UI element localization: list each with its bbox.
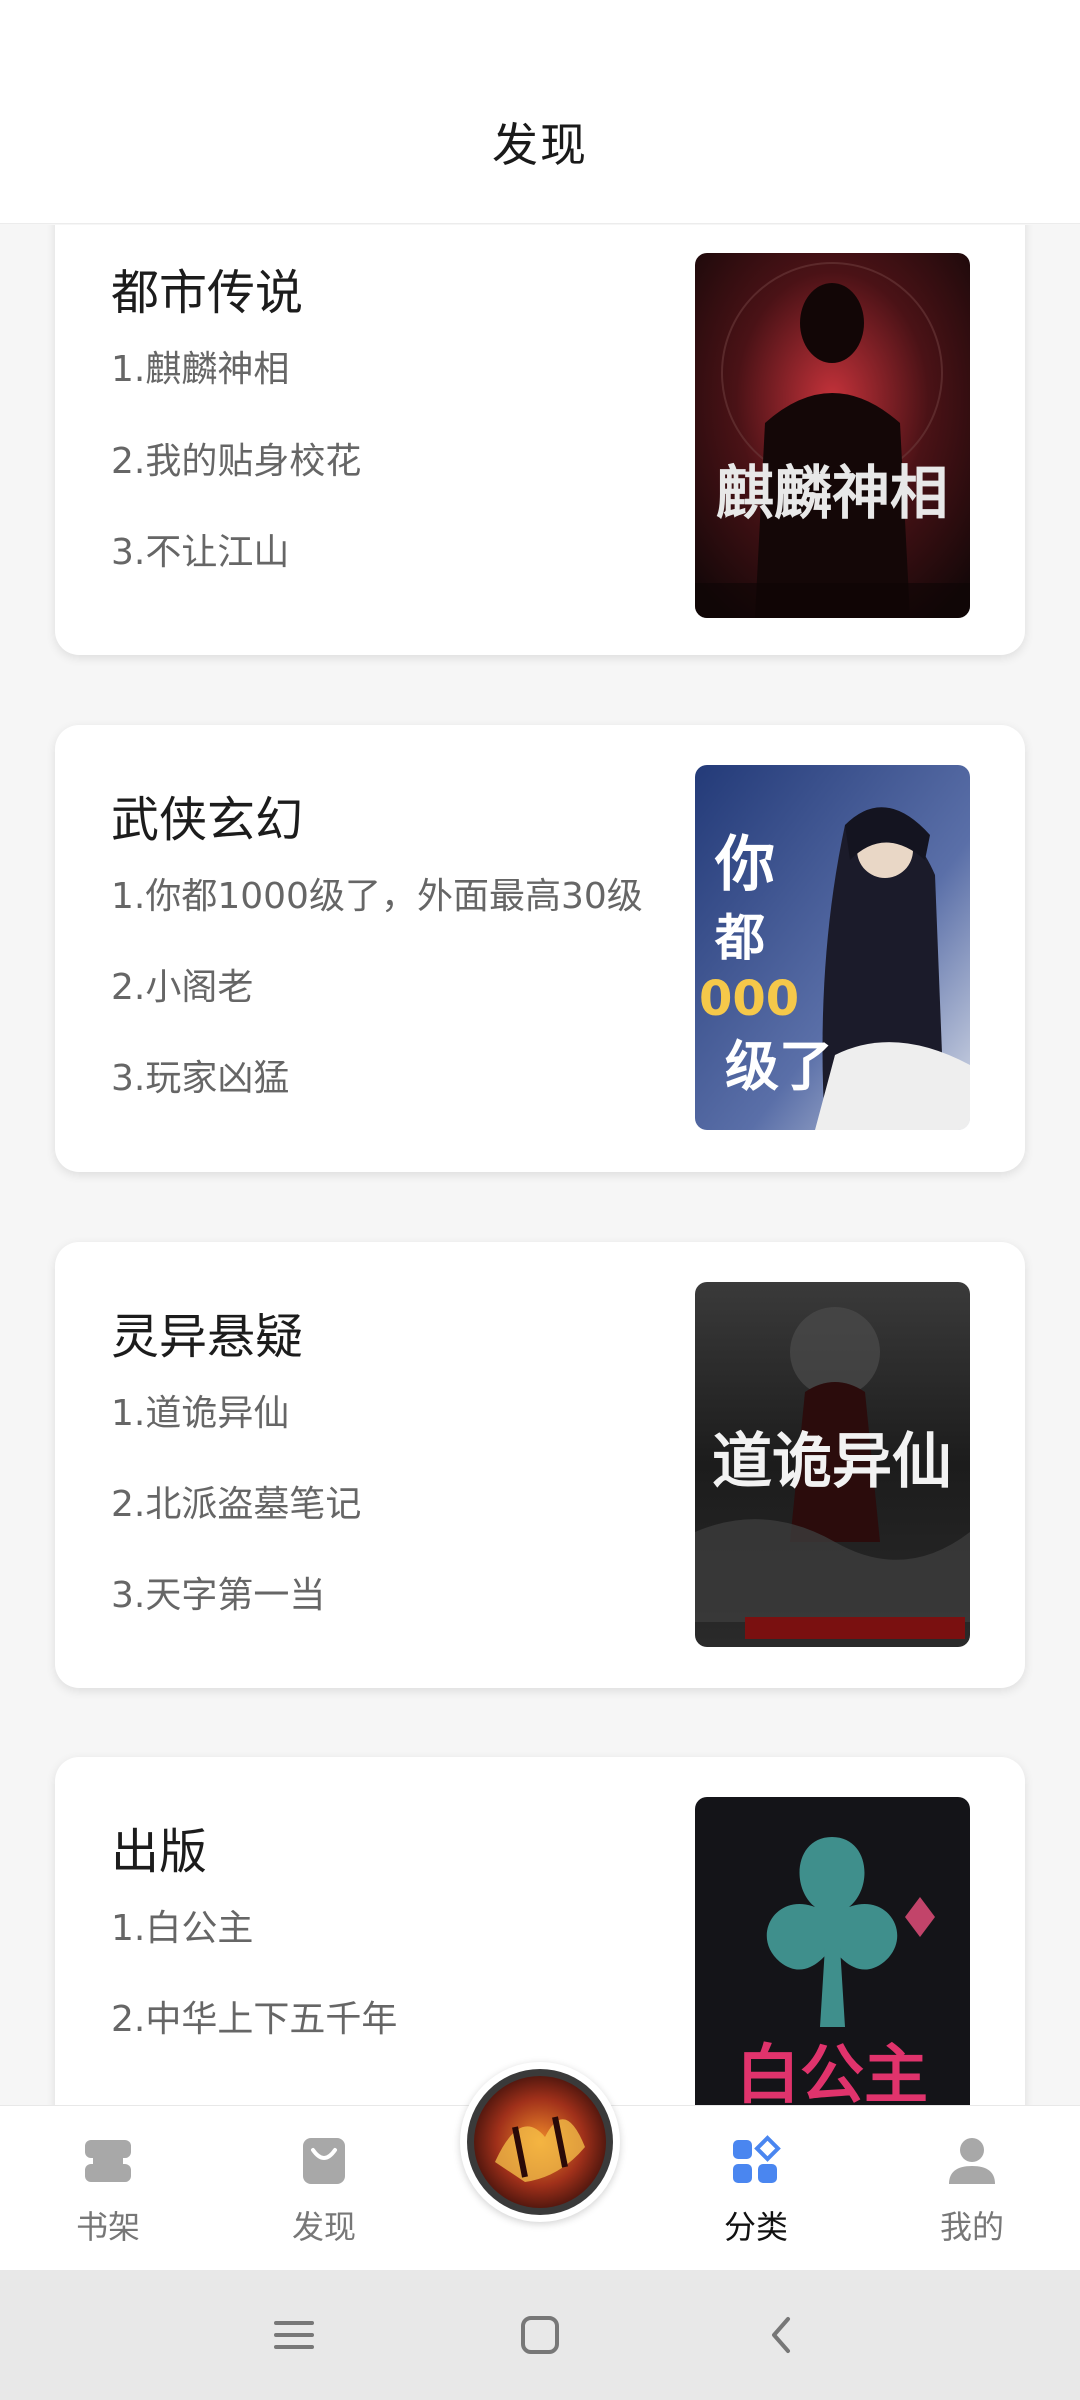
featured-book-button[interactable] [460, 2062, 620, 2222]
book-link[interactable]: 3.天字第一当 [111, 1566, 325, 1618]
section-title: 出版 [111, 1824, 208, 1880]
menu-icon[interactable] [264, 2305, 324, 2365]
section-card-urban[interactable]: 都市传说 1.麒麟神相 2.我的贴身校花 3.不让江山 麒麟神相 [55, 225, 1025, 655]
svg-text:你: 你 [714, 830, 775, 900]
featured-book-disc [467, 2069, 613, 2215]
book-link[interactable]: 2.北派盗墓笔记 [111, 1475, 361, 1527]
nav-category[interactable]: 分类 [676, 2106, 836, 2271]
section-card-published[interactable]: 出版 1.白公主 2.中华上下五千年 白公主 [55, 1757, 1025, 2105]
nav-label: 我的 [939, 2208, 1004, 2246]
nav-label: 发现 [291, 2208, 356, 2246]
svg-text:都: 都 [714, 909, 765, 967]
category-grid-icon [733, 2135, 781, 2183]
book-link[interactable]: 2.小阁老 [111, 958, 253, 1010]
page-title: 发现 [492, 117, 588, 172]
section-card-supernatural[interactable]: 灵异悬疑 1.道诡异仙 2.北派盗墓笔记 3.天字第一当 道诡异仙 [55, 1242, 1025, 1688]
back-icon[interactable] [752, 2305, 812, 2365]
section-title: 灵异悬疑 [111, 1309, 304, 1365]
status-bar [0, 0, 1080, 60]
nav-discover[interactable]: 发现 [244, 2106, 404, 2271]
book-link[interactable]: 1.麒麟神相 [111, 340, 289, 392]
section-card-wuxia[interactable]: 武侠玄幻 1.你都1000级了，外面最高30级 2.小阁老 3.玩家凶猛 你 都… [55, 725, 1025, 1172]
book-link[interactable]: 1.白公主 [111, 1899, 253, 1951]
nav-label: 书架 [75, 2208, 140, 2246]
system-nav-bar [0, 2270, 1080, 2400]
book-cover-image[interactable]: 你 都 000 级了 [695, 765, 970, 1130]
book-link[interactable]: 3.玩家凶猛 [111, 1049, 289, 1101]
bookshelf-icon [85, 2140, 131, 2182]
nav-profile[interactable]: 我的 [892, 2106, 1052, 2271]
profile-icon [949, 2138, 995, 2184]
home-icon[interactable] [510, 2305, 570, 2365]
book-link[interactable]: 1.道诡异仙 [111, 1384, 289, 1436]
book-link[interactable]: 2.中华上下五千年 [111, 1990, 397, 2042]
book-cover-image[interactable]: 道诡异仙 [695, 1282, 970, 1647]
svg-text:白公主: 白公主 [736, 2039, 928, 2105]
svg-text:级了: 级了 [725, 1035, 833, 1098]
section-title: 都市传说 [111, 265, 304, 321]
svg-text:麒麟神相: 麒麟神相 [716, 459, 948, 527]
nav-label: 分类 [723, 2208, 788, 2246]
book-link[interactable]: 2.我的贴身校花 [111, 432, 361, 484]
nav-bookshelf[interactable]: 书架 [28, 2106, 188, 2271]
book-cover-image[interactable]: 白公主 [695, 1797, 970, 2105]
discover-feed[interactable]: 都市传说 1.麒麟神相 2.我的贴身校花 3.不让江山 麒麟神相 武侠玄幻 1.… [0, 225, 1080, 2105]
section-title: 武侠玄幻 [111, 792, 304, 848]
discover-bag-icon [303, 2138, 345, 2184]
book-link[interactable]: 3.不让江山 [111, 523, 289, 575]
book-link[interactable]: 1.你都1000级了，外面最高30级 [111, 867, 643, 919]
header: 发现 [0, 60, 1080, 224]
svg-text:道诡异仙: 道诡异仙 [712, 1427, 952, 1497]
svg-text:000: 000 [699, 971, 799, 1027]
book-cover-image[interactable]: 麒麟神相 [695, 253, 970, 618]
